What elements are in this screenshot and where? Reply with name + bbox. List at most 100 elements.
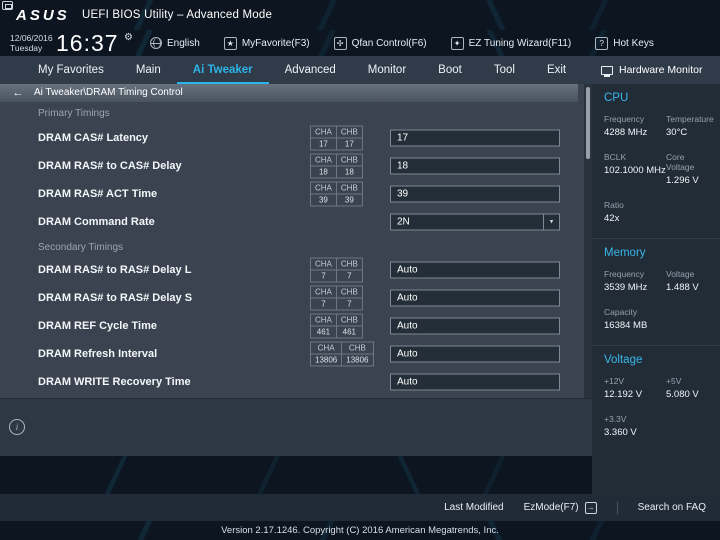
settings-panel: ← Ai Tweaker\DRAM Timing Control Primary… xyxy=(0,84,584,398)
cha-value: 18 xyxy=(311,166,337,178)
hardware-monitor-title: Hardware Monitor xyxy=(619,64,702,76)
memory-frequency: Frequency 3539 MHz xyxy=(604,269,666,293)
chb-value: 18 xyxy=(336,166,362,178)
setting-row-cas-latency: DRAM CAS# Latency CHACHB 1717 17 xyxy=(0,124,584,152)
last-modified-button[interactable]: Last Modified xyxy=(444,502,503,513)
star-icon: ★ xyxy=(224,37,237,50)
section-secondary-timings: Secondary Timings xyxy=(38,242,123,253)
setting-row-ras-ras-delay-l: DRAM RAS# to RAS# Delay L CHACHB 77 Auto xyxy=(0,256,584,284)
setting-row-write-recovery: DRAM WRITE Recovery Time Auto xyxy=(0,368,584,396)
setting-label: DRAM REF Cycle Time xyxy=(38,320,157,332)
fan-icon: ✣ xyxy=(334,37,347,50)
breadcrumb-label: Ai Tweaker\DRAM Timing Control xyxy=(34,87,183,98)
ez-tuning-wizard-button[interactable]: ✦ EZ Tuning Wizard(F11) xyxy=(451,37,572,50)
chb-value: 7 xyxy=(336,270,362,282)
keyboard-icon xyxy=(2,1,13,10)
setting-label: DRAM Refresh Interval xyxy=(38,348,157,360)
tab-main[interactable]: Main xyxy=(120,56,177,84)
tab-boot[interactable]: Boot xyxy=(422,56,478,84)
cha-header: CHA xyxy=(311,258,337,270)
chb-header: CHB xyxy=(336,182,362,194)
tab-my-favorites[interactable]: My Favorites xyxy=(22,56,120,84)
version-text: Version 2.17.1246. Copyright (C) 2016 Am… xyxy=(221,525,499,536)
clock-settings-icon[interactable]: ⚙ xyxy=(124,32,133,43)
value-input[interactable]: Auto xyxy=(390,290,560,307)
language-button[interactable]: English xyxy=(150,37,200,49)
value-input[interactable]: Auto xyxy=(390,346,560,363)
tab-advanced[interactable]: Advanced xyxy=(269,56,352,84)
wand-icon: ✦ xyxy=(451,37,464,50)
tab-tool[interactable]: Tool xyxy=(478,56,531,84)
section-primary-timings: Primary Timings xyxy=(38,108,110,119)
hot-keys-label: Hot Keys xyxy=(613,38,654,49)
ez-tuning-label: EZ Tuning Wizard(F11) xyxy=(469,38,572,49)
channel-values-table: CHACHB 1818 xyxy=(310,154,363,179)
setting-row-ras-act-time: DRAM RAS# ACT Time CHACHB 3939 39 xyxy=(0,180,584,208)
voltage-12v: +12V 12.192 V xyxy=(604,376,666,400)
setting-label: DRAM Command Rate xyxy=(38,216,155,228)
chb-header: CHB xyxy=(336,126,362,138)
setting-label: DRAM RAS# to RAS# Delay S xyxy=(38,292,192,304)
chb-value: 461 xyxy=(336,326,362,338)
cpu-title: CPU xyxy=(604,92,708,104)
question-icon: ? xyxy=(595,37,608,50)
tab-ai-tweaker[interactable]: Ai Tweaker xyxy=(177,56,269,84)
cpu-frequency: Frequency 4288 MHz xyxy=(604,114,666,138)
setting-label: DRAM CAS# Latency xyxy=(38,132,148,144)
cha-value: 17 xyxy=(311,138,337,150)
voltage-title: Voltage xyxy=(604,354,708,366)
decorative-strip xyxy=(0,456,592,494)
value-input[interactable]: Auto xyxy=(390,374,560,391)
value-input[interactable]: 17 xyxy=(390,130,560,147)
value-input[interactable]: 39 xyxy=(390,186,560,203)
my-favorite-button[interactable]: ★ MyFavorite(F3) xyxy=(224,37,310,50)
back-icon[interactable]: ← xyxy=(8,84,28,102)
qfan-label: Qfan Control(F6) xyxy=(352,38,427,49)
cha-value: 39 xyxy=(311,194,337,206)
cpu-section: CPU Frequency 4288 MHz Temperature 30°C … xyxy=(592,84,720,238)
qfan-control-button[interactable]: ✣ Qfan Control(F6) xyxy=(334,37,427,50)
chb-header: CHB xyxy=(342,342,373,354)
datetime: 12/06/2016 Tuesday xyxy=(10,33,53,53)
setting-row-ras-ras-delay-s: DRAM RAS# to RAS# Delay S CHACHB 77 Auto xyxy=(0,284,584,312)
ezmode-button[interactable]: EzMode(F7) → xyxy=(524,502,597,514)
memory-title: Memory xyxy=(604,247,708,259)
search-faq-button[interactable]: Search on FAQ xyxy=(638,502,706,513)
cha-value: 13806 xyxy=(311,354,342,366)
breadcrumb: ← Ai Tweaker\DRAM Timing Control xyxy=(0,84,578,102)
memory-section: Memory Frequency 3539 MHz Voltage 1.488 … xyxy=(592,238,720,345)
cha-header: CHA xyxy=(311,182,337,194)
cha-header: CHA xyxy=(311,126,337,138)
setting-label: DRAM RAS# to CAS# Delay xyxy=(38,160,182,172)
hot-keys-button[interactable]: ? Hot Keys xyxy=(595,37,654,50)
chb-value: 7 xyxy=(336,298,362,310)
chb-header: CHB xyxy=(336,286,362,298)
channel-values-table: CHACHB 77 xyxy=(310,258,363,283)
scrollbar-thumb[interactable] xyxy=(586,87,590,159)
cpu-core-voltage: Core Voltage 1.296 V xyxy=(666,152,714,186)
version-bar: Version 2.17.1246. Copyright (C) 2016 Am… xyxy=(0,521,720,540)
date-label: 12/06/2016 xyxy=(10,33,53,43)
value-input[interactable]: Auto xyxy=(390,262,560,279)
chb-value: 39 xyxy=(336,194,362,206)
value-input[interactable]: Auto xyxy=(390,318,560,335)
tab-exit[interactable]: Exit xyxy=(531,56,582,84)
value-select[interactable]: 2N ▾ xyxy=(390,214,560,231)
value-input[interactable]: 18 xyxy=(390,158,560,175)
globe-icon xyxy=(150,37,162,49)
hardware-monitor-header: Hardware Monitor xyxy=(592,56,720,84)
toolbar: 12/06/2016 Tuesday 16:37 ⚙ English ★ MyF… xyxy=(0,30,720,56)
cpu-ratio: Ratio 42x xyxy=(604,200,666,224)
tab-monitor[interactable]: Monitor xyxy=(352,56,422,84)
chb-header: CHB xyxy=(336,258,362,270)
divider xyxy=(617,502,618,514)
setting-label: DRAM RAS# to RAS# Delay L xyxy=(38,264,191,276)
language-label: English xyxy=(167,38,200,49)
cha-header: CHA xyxy=(311,314,337,326)
chb-value: 17 xyxy=(336,138,362,150)
voltage-section: Voltage +12V 12.192 V +5V 5.080 V +3.3V … xyxy=(592,345,720,452)
scrollbar[interactable] xyxy=(584,84,592,398)
memory-voltage: Voltage 1.488 V xyxy=(666,269,708,293)
monitor-icon xyxy=(601,66,613,75)
setting-label: DRAM WRITE Recovery Time xyxy=(38,376,191,388)
